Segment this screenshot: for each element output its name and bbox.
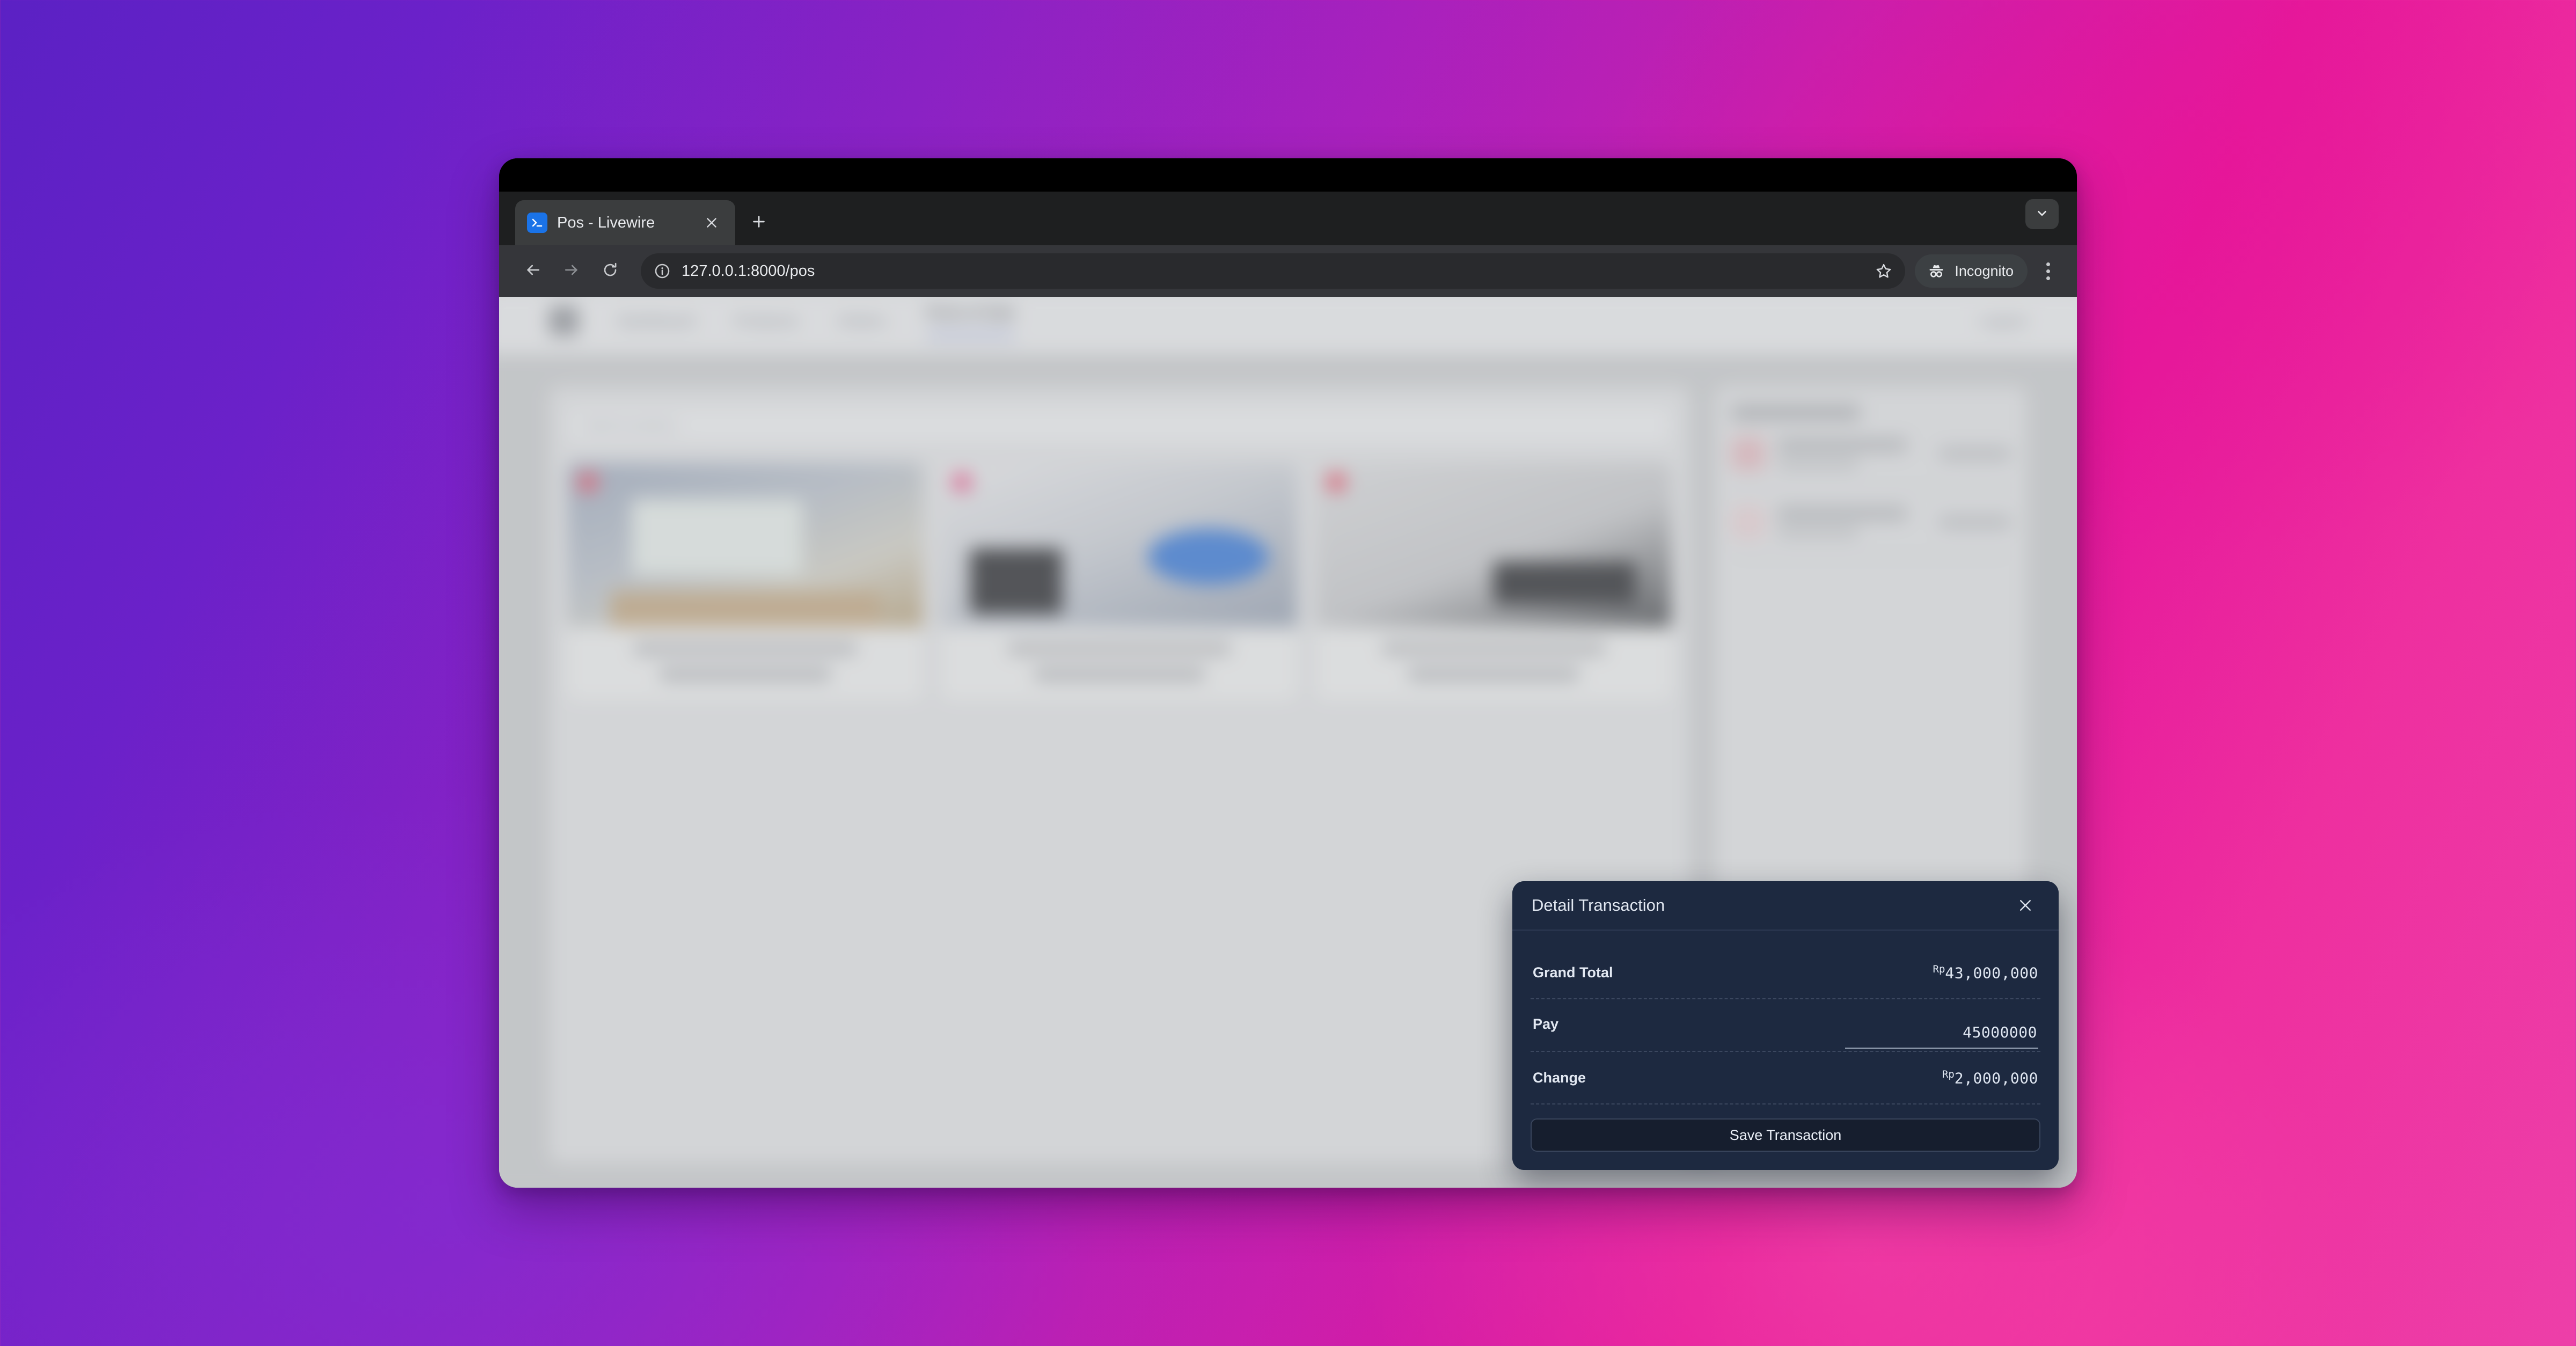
- page-viewport: Dashboard Products Orders Point of Sale …: [499, 297, 2077, 1188]
- url-text: 127.0.0.1:8000/pos: [682, 262, 815, 280]
- pay-input-underline: [1845, 1048, 2038, 1049]
- close-icon[interactable]: [2011, 891, 2039, 919]
- window-title-bar: [499, 158, 2077, 192]
- browser-window: Pos - Livewire 127.0.0.1:8000/pos Incogn…: [499, 158, 2077, 1188]
- profile-incognito-button[interactable]: Incognito: [1915, 254, 2028, 288]
- currency-prefix: Rp: [1933, 963, 1945, 975]
- change-value: Rp2,000,000: [1942, 1069, 2038, 1087]
- new-tab-button[interactable]: [743, 207, 775, 239]
- address-bar[interactable]: 127.0.0.1:8000/pos: [641, 253, 1906, 289]
- browser-toolbar: 127.0.0.1:8000/pos Incognito: [499, 245, 2077, 297]
- grand-total-amount: 43,000,000: [1945, 964, 2038, 982]
- arrow-left-icon: [524, 261, 541, 281]
- close-icon[interactable]: [700, 211, 723, 235]
- reload-button[interactable]: [592, 253, 628, 289]
- grand-total-value: Rp43,000,000: [1933, 963, 2038, 982]
- terminal-prompt-icon: [527, 213, 547, 233]
- modal-title: Detail Transaction: [1532, 896, 1665, 915]
- modal-header: Detail Transaction: [1512, 881, 2059, 931]
- chevron-down-icon: [2035, 206, 2049, 223]
- currency-prefix: Rp: [1942, 1068, 1955, 1080]
- change-amount: 2,000,000: [1954, 1069, 2038, 1087]
- forward-button[interactable]: [554, 253, 589, 289]
- browser-tab[interactable]: Pos - Livewire: [515, 200, 735, 245]
- pay-input[interactable]: [1845, 1023, 2038, 1048]
- change-label: Change: [1533, 1069, 1586, 1086]
- incognito-icon: [1926, 260, 1947, 282]
- change-row: Change Rp2,000,000: [1531, 1052, 2040, 1104]
- kebab-menu-icon[interactable]: [2032, 255, 2064, 287]
- pay-label: Pay: [1533, 1016, 1559, 1032]
- star-icon[interactable]: [1870, 257, 1898, 285]
- grand-total-label: Grand Total: [1533, 964, 1613, 981]
- grand-total-row: Grand Total Rp43,000,000: [1531, 947, 2040, 999]
- back-button[interactable]: [515, 253, 551, 289]
- profile-label: Incognito: [1955, 262, 2014, 279]
- modal-body: Grand Total Rp43,000,000 Pay Change Rp2,…: [1512, 931, 2059, 1170]
- kebab-dot: [2046, 269, 2050, 273]
- kebab-dot: [2046, 262, 2050, 266]
- reload-icon: [602, 261, 619, 281]
- plus-icon: [751, 214, 767, 232]
- kebab-dot: [2046, 276, 2050, 280]
- info-circle-icon[interactable]: [650, 259, 674, 283]
- tab-strip: Pos - Livewire: [499, 192, 2077, 245]
- pay-field: [1845, 1023, 2038, 1049]
- arrow-right-icon: [563, 261, 580, 281]
- tab-search-button[interactable]: [2025, 199, 2059, 229]
- detail-transaction-modal: Detail Transaction Grand Total Rp43,000,…: [1512, 881, 2059, 1170]
- pay-row: Pay: [1531, 999, 2040, 1052]
- tab-title: Pos - Livewire: [557, 214, 655, 231]
- save-transaction-button[interactable]: Save Transaction: [1531, 1118, 2040, 1152]
